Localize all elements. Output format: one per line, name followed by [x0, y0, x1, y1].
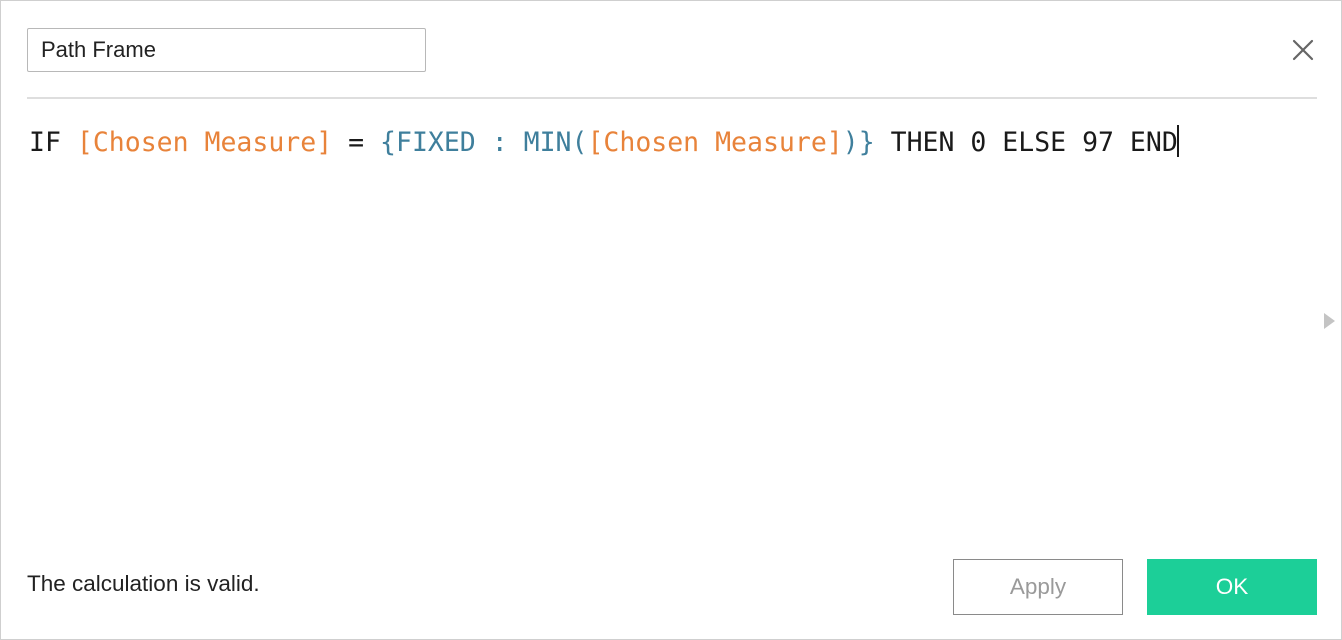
formula-field-chosen-measure: [Chosen Measure]	[76, 127, 333, 158]
calculation-dialog: IF [Chosen Measure] = {FIXED : MIN([Chos…	[0, 0, 1342, 640]
formula-operator-equals: =	[332, 127, 381, 158]
close-button[interactable]	[1286, 33, 1320, 67]
formula-editor[interactable]: IF [Chosen Measure] = {FIXED : MIN([Chos…	[29, 113, 1309, 513]
header-divider	[27, 97, 1317, 99]
formula-lod-close: )}	[842, 127, 875, 158]
formula-then-else-end: THEN 0 ELSE 97 END	[874, 127, 1178, 158]
calculation-name-input[interactable]	[27, 28, 426, 72]
ok-button[interactable]: OK	[1147, 559, 1317, 615]
formula-field-chosen-measure-inner: [Chosen Measure]	[587, 127, 843, 158]
close-icon	[1292, 39, 1314, 61]
triangle-right-icon	[1324, 313, 1335, 329]
expand-panel-arrow[interactable]	[1321, 311, 1337, 331]
validation-status: The calculation is valid.	[27, 571, 260, 596]
formula-lod-fixed-min: {FIXED : MIN(	[380, 127, 588, 158]
apply-button[interactable]: Apply	[953, 559, 1123, 615]
text-caret	[1176, 125, 1179, 157]
formula-keyword-if: IF	[29, 127, 77, 158]
